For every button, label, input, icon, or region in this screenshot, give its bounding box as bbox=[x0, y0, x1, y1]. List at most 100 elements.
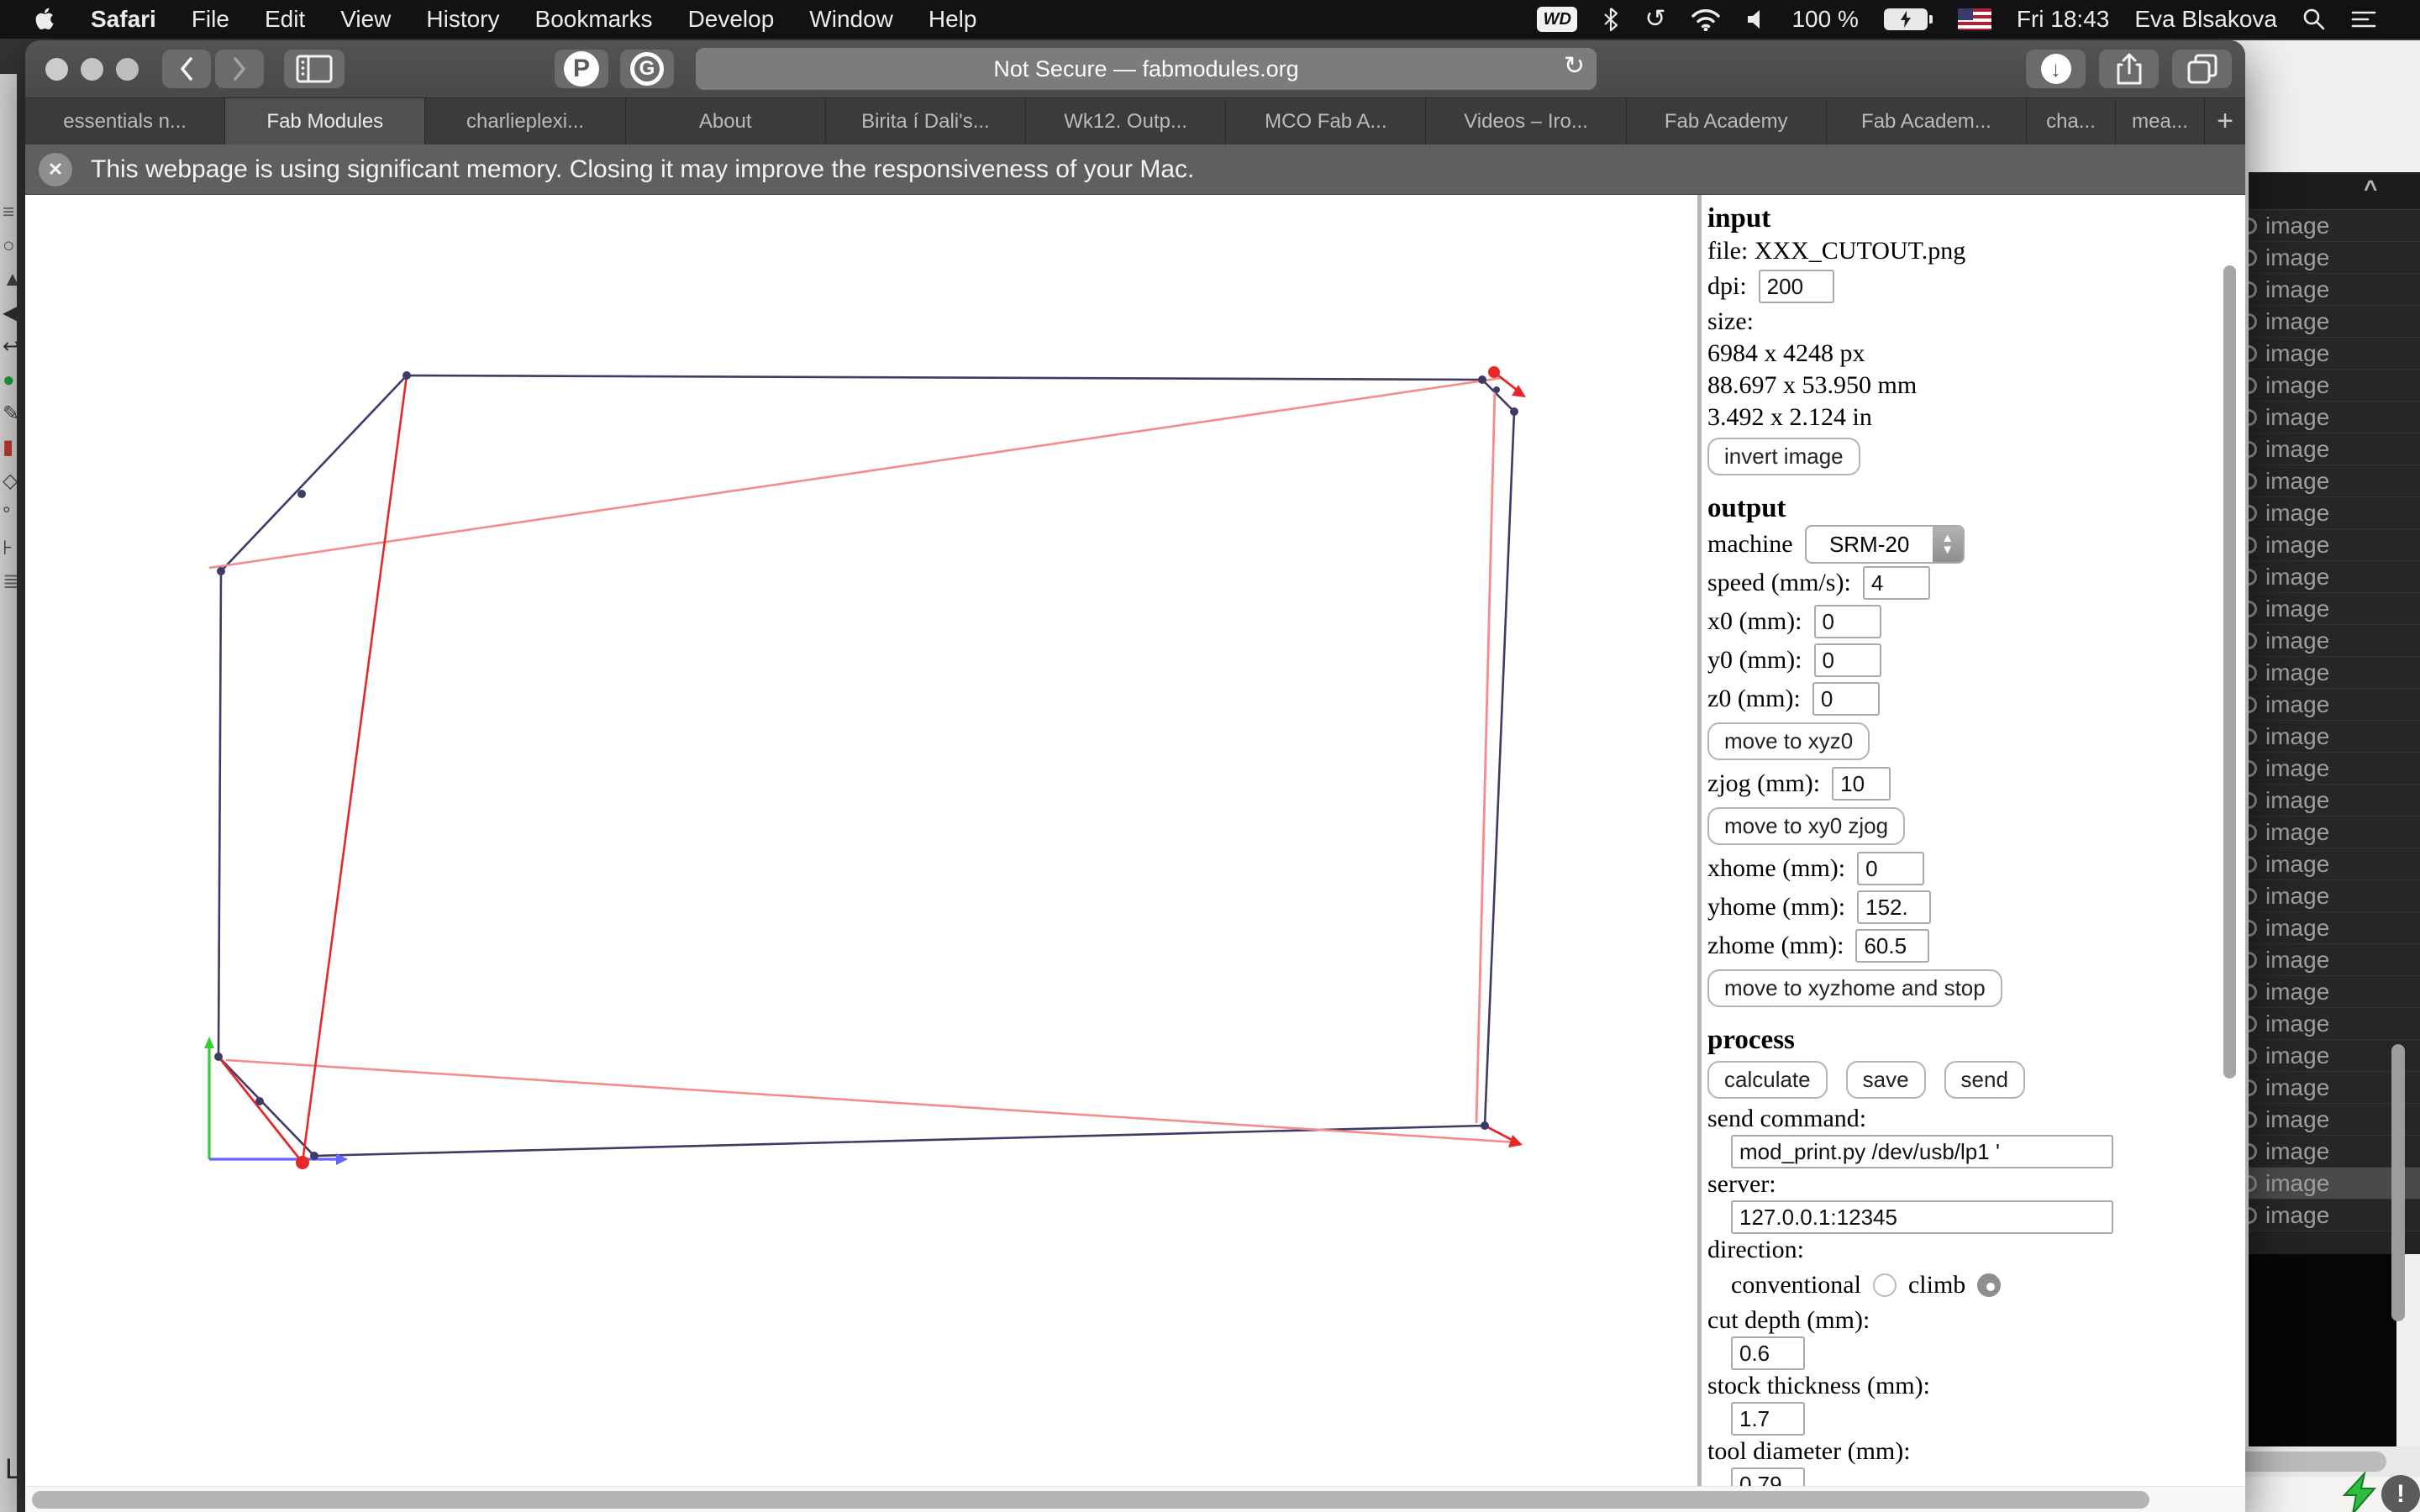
bluetooth-icon[interactable] bbox=[1602, 7, 1619, 32]
x0-input[interactable] bbox=[1813, 605, 1881, 638]
list-item[interactable]: image bbox=[2249, 625, 2420, 657]
list-item[interactable]: image bbox=[2249, 976, 2420, 1008]
tab-8[interactable]: Fab Academy bbox=[1626, 98, 1827, 144]
menu-bookmarks[interactable]: Bookmarks bbox=[535, 6, 653, 33]
menu-edit[interactable]: Edit bbox=[265, 6, 305, 33]
alert-exclamation-icon[interactable]: ! bbox=[2381, 1475, 2420, 1512]
menu-file[interactable]: File bbox=[192, 6, 229, 33]
menu-window[interactable]: Window bbox=[809, 6, 893, 33]
menubar-user[interactable]: Eva Blsakova bbox=[2134, 6, 2277, 33]
list-item[interactable]: image bbox=[2249, 753, 2420, 785]
save-button[interactable]: save bbox=[1845, 1061, 1926, 1099]
menu-history[interactable]: History bbox=[426, 6, 499, 33]
list-item[interactable]: image bbox=[2249, 497, 2420, 529]
volume-icon[interactable] bbox=[1746, 8, 1766, 30]
list-item[interactable]: image bbox=[2249, 785, 2420, 816]
zjog-input[interactable] bbox=[1832, 767, 1891, 801]
page-hscroll-thumb[interactable] bbox=[32, 1491, 2149, 1509]
background-vertical-scrollbar[interactable] bbox=[2391, 1044, 2405, 1321]
y0-input[interactable] bbox=[1813, 643, 1881, 677]
arrow-left-icon[interactable]: ◀ bbox=[3, 302, 17, 324]
z0-input[interactable] bbox=[1812, 682, 1880, 716]
tab-9[interactable]: Fab Academ... bbox=[1826, 98, 2028, 144]
lines-icon[interactable]: ≡ bbox=[3, 202, 17, 223]
speed-input[interactable] bbox=[1862, 566, 1930, 600]
invert-image-button[interactable]: invert image bbox=[1707, 438, 1860, 475]
list-item[interactable]: image bbox=[2249, 880, 2420, 912]
move-to-xyzhome-button[interactable]: move to xyzhome and stop bbox=[1707, 969, 2002, 1007]
undo-arrow-icon[interactable]: ↩ bbox=[3, 336, 17, 358]
pentagon-icon[interactable]: ◇ bbox=[3, 470, 17, 492]
tab-7[interactable]: Videos – Iro... bbox=[1426, 98, 1627, 144]
move-to-xy0-zjog-button[interactable]: move to xy0 zjog bbox=[1707, 807, 1906, 845]
list-item[interactable]: image bbox=[2249, 402, 2420, 433]
list-item[interactable]: image bbox=[2249, 210, 2420, 242]
yhome-input[interactable] bbox=[1857, 890, 1932, 924]
page-vertical-scrollbar[interactable] bbox=[2223, 265, 2236, 1079]
list-item[interactable]: image bbox=[2249, 593, 2420, 625]
tab-6[interactable]: MCO Fab A... bbox=[1226, 98, 1427, 144]
share-button[interactable] bbox=[2099, 50, 2159, 88]
direction-conventional-radio[interactable] bbox=[1872, 1273, 1897, 1297]
list-item[interactable]: image bbox=[2249, 529, 2420, 561]
list-item[interactable]: image bbox=[2249, 816, 2420, 848]
menu-help[interactable]: Help bbox=[929, 6, 977, 33]
close-notice-icon[interactable]: ✕ bbox=[39, 152, 72, 186]
collapse-chevron-icon[interactable]: ^ bbox=[2364, 176, 2377, 202]
list-item[interactable]: image bbox=[2249, 338, 2420, 370]
tab-3[interactable]: About bbox=[625, 98, 826, 144]
list-item[interactable]: image bbox=[2249, 433, 2420, 465]
tab-10[interactable]: cha... bbox=[2027, 98, 2117, 144]
pinterest-extension-button[interactable]: P bbox=[555, 50, 608, 88]
cut-depth-input[interactable] bbox=[1731, 1336, 1805, 1370]
g-extension-button[interactable]: G bbox=[620, 50, 674, 88]
tab-1[interactable]: Fab Modules bbox=[225, 98, 426, 144]
tab-4[interactable]: Birita í Dali's... bbox=[825, 98, 1027, 144]
red-flag-icon[interactable]: ▮ bbox=[3, 437, 17, 459]
list-item[interactable]: image bbox=[2249, 370, 2420, 402]
send-button[interactable]: send bbox=[1944, 1061, 2025, 1099]
small-circle-icon[interactable]: ° bbox=[3, 504, 17, 526]
window-close-button[interactable] bbox=[45, 57, 68, 81]
list-item[interactable]: image bbox=[2249, 657, 2420, 689]
tab-11[interactable]: mea... bbox=[2116, 98, 2206, 144]
list-item[interactable]: image bbox=[2249, 465, 2420, 497]
notification-center-icon[interactable] bbox=[2351, 9, 2376, 29]
window-zoom-button[interactable] bbox=[116, 57, 139, 81]
image-list-header[interactable]: ^ bbox=[2249, 172, 2420, 210]
page-horizontal-scrollbar[interactable] bbox=[25, 1486, 2245, 1512]
machine-select[interactable]: SRM-20 ▲ ▼ bbox=[1804, 525, 1965, 564]
list-item[interactable]: image bbox=[2249, 274, 2420, 306]
forward-button[interactable] bbox=[215, 50, 264, 88]
list-item[interactable]: image bbox=[2249, 689, 2420, 721]
list-lines-icon[interactable]: ≣ bbox=[3, 571, 17, 593]
tab-5[interactable]: Wk12. Outp... bbox=[1026, 98, 1227, 144]
direction-climb-radio[interactable] bbox=[1977, 1273, 2002, 1297]
green-dot-icon[interactable]: ● bbox=[3, 370, 17, 391]
zhome-input[interactable] bbox=[1855, 929, 1930, 963]
tab-0[interactable]: essentials n... bbox=[25, 98, 226, 144]
mountain-icon[interactable]: ▲ bbox=[3, 269, 17, 291]
sidebar-toggle-button[interactable] bbox=[284, 50, 345, 88]
menubar-clock[interactable]: Fri 18:43 bbox=[2017, 6, 2110, 33]
menu-safari[interactable]: Safari bbox=[91, 6, 156, 33]
list-item[interactable]: image bbox=[2249, 721, 2420, 753]
window-minimize-button[interactable] bbox=[81, 57, 103, 81]
dpi-input[interactable] bbox=[1758, 270, 1834, 303]
menu-view[interactable]: View bbox=[340, 6, 391, 33]
back-button[interactable] bbox=[162, 50, 211, 88]
background-hscroll-thumb[interactable] bbox=[2237, 1452, 2386, 1472]
calculate-button[interactable]: calculate bbox=[1707, 1061, 1828, 1099]
battery-charging-icon[interactable] bbox=[1883, 8, 1933, 30]
stock-thickness-input[interactable] bbox=[1731, 1402, 1805, 1436]
downloads-button[interactable]: ↓ bbox=[2026, 50, 2086, 88]
us-flag-icon[interactable] bbox=[1957, 8, 1991, 30]
list-item[interactable]: image bbox=[2249, 561, 2420, 593]
text-tool-icon[interactable]: ⊦ bbox=[3, 538, 17, 559]
menu-develop[interactable]: Develop bbox=[688, 6, 775, 33]
list-item[interactable]: image bbox=[2249, 306, 2420, 338]
circle-icon[interactable]: ○ bbox=[3, 235, 17, 257]
apple-icon[interactable] bbox=[34, 7, 55, 32]
spotlight-icon[interactable] bbox=[2302, 8, 2326, 31]
time-machine-icon[interactable]: ↺ bbox=[1644, 7, 1665, 32]
